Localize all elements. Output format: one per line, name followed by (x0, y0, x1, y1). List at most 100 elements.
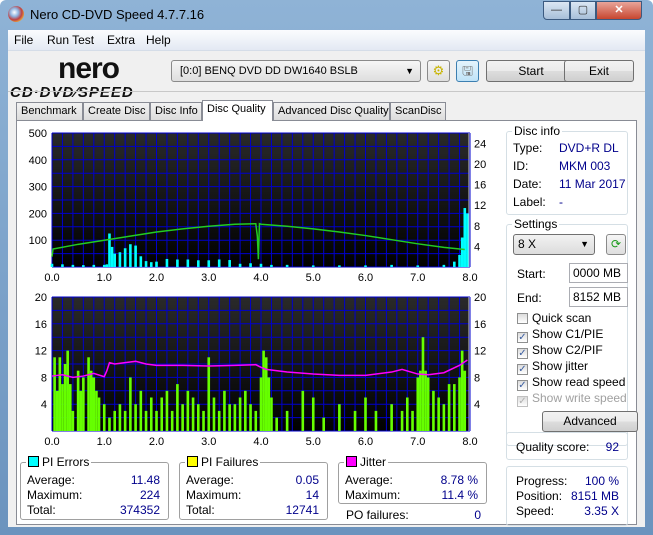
data-bar (110, 246, 114, 267)
data-bar (165, 390, 169, 431)
data-bar (129, 244, 132, 267)
pi-errors-stats: PI Errors Average: 11.48 Maximum: 224 To… (20, 455, 169, 520)
x-tick-label: 0.0 (44, 436, 59, 448)
pi-errors-title-text: PI Errors (42, 455, 90, 469)
exit-button[interactable]: Exit (564, 60, 634, 82)
data-bar (244, 390, 247, 431)
refresh-speed-button[interactable]: ⟳ (606, 234, 626, 255)
drive-select[interactable]: [0:0] BENQ DVD DD DW1640 BSLB ▼ (171, 60, 421, 82)
checkbox-label: Show read speed (532, 375, 626, 389)
pi-errors-maximum-value: 224 (139, 488, 160, 502)
advanced-button[interactable]: Advanced (542, 411, 638, 432)
tab-disc-info[interactable]: Disc Info (150, 102, 202, 120)
minimize-button[interactable]: — (543, 1, 570, 20)
menu-run-test[interactable]: Run Test (47, 33, 94, 47)
pi-errors-total-label: Total: (27, 503, 56, 517)
disc-info-title: Disc info (512, 124, 563, 138)
show-c1-pie-checkbox[interactable]: ✓ Show C1/PIE (517, 327, 603, 343)
data-bar (68, 384, 72, 431)
data-bar (338, 404, 341, 431)
pi-errors-title: PI Errors (26, 455, 92, 469)
y2-tick-label: 8 (474, 372, 480, 384)
position-value: 8151 MB (570, 489, 619, 503)
data-bar (233, 404, 237, 431)
title-bar: Nero CD-DVD Speed 4.7.7.16 — ▢ ✕ (0, 0, 653, 30)
show-jitter-checkbox[interactable]: ✓ Show jitter (517, 359, 588, 375)
data-bar (390, 264, 393, 267)
data-bar (217, 259, 221, 267)
data-bar (228, 260, 231, 267)
pi-errors-chart-svg: 0.0 1.0 2.0 3.0 4.0 5.0 6.0 7.0 8.0 100 200 300 400 5… (29, 128, 487, 284)
tab-disc-quality[interactable]: Disc Quality (202, 100, 273, 121)
checkmark-icon: ✓ (517, 348, 528, 359)
start-field[interactable]: 0000 MB (569, 263, 628, 283)
data-bar (61, 384, 64, 431)
data-bar (212, 397, 216, 431)
y2-tick-label: 12 (474, 200, 486, 212)
checkmark-icon: ✓ (517, 364, 528, 375)
speed-select[interactable]: 8 X ▼ (513, 234, 595, 255)
x-tick-label: 6.0 (358, 436, 373, 448)
menu-help[interactable]: Help (146, 33, 171, 47)
menu-extra[interactable]: Extra (107, 33, 135, 47)
checkmark-icon: ✓ (517, 332, 528, 343)
data-bar (364, 397, 367, 431)
speed-value: 3.35 X (584, 504, 619, 518)
tab-scandisc[interactable]: ScanDisc (390, 102, 446, 120)
tab-advanced-disc-quality[interactable]: Advanced Disc Quality (273, 102, 390, 120)
settings-group: Settings 8 X ▼ ⟳ Start: 0000 MB End: 815… (506, 217, 638, 446)
checkmark-icon: ✓ (517, 380, 528, 391)
progress-label: Progress: (516, 474, 568, 488)
data-bar (155, 410, 158, 431)
quick-scan-checkbox[interactable]: Quick scan (517, 311, 591, 325)
data-bar (285, 410, 289, 431)
save-button[interactable]: 🖫 (456, 60, 479, 82)
show-c2-pif-checkbox[interactable]: ✓ Show C2/PIF (517, 343, 603, 359)
data-bar (353, 410, 357, 431)
pi-failures-average-value: 0.05 (295, 473, 319, 487)
data-bar (196, 260, 200, 267)
data-bar (134, 245, 137, 267)
data-bar (262, 350, 265, 431)
data-bar (102, 264, 106, 267)
nero-logo: nero CD·DVD⁄SPEED (8, 52, 168, 104)
y2-tick-label: 8 (474, 221, 480, 233)
data-bar (311, 265, 315, 267)
data-bar (55, 390, 59, 431)
pi-errors-average-label: Average: (27, 473, 75, 487)
quality-score-value: 92 (605, 440, 619, 454)
data-bar (390, 404, 393, 431)
x-tick-label: 3.0 (201, 272, 216, 284)
tab-benchmark[interactable]: Benchmark (16, 102, 83, 120)
y-tick-label: 4 (41, 399, 47, 411)
data-bar (66, 350, 69, 431)
po-failures-value: 0 (474, 508, 481, 522)
pi-failures-title: PI Failures (185, 455, 261, 469)
jitter-title: Jitter (344, 455, 389, 469)
date-value: 11 Mar 2017 (559, 177, 626, 191)
data-bar (63, 364, 67, 431)
data-bar (144, 410, 148, 431)
show-read-speed-checkbox[interactable]: ✓ Show read speed (517, 375, 625, 391)
start-button[interactable]: Start (486, 60, 576, 82)
checkbox-label: Quick scan (532, 311, 592, 325)
data-bar (419, 370, 422, 431)
drive-info-button[interactable]: ⚙ (427, 60, 450, 82)
data-bar (87, 357, 90, 431)
date-label: Date: (513, 177, 542, 191)
end-field[interactable]: 8152 MB (569, 287, 628, 307)
data-bar (186, 390, 190, 431)
menu-file[interactable]: File (14, 33, 33, 47)
data-bar (176, 259, 179, 267)
checkbox-label: Show C2/PIF (532, 343, 603, 357)
data-bar (447, 384, 451, 431)
data-bar (463, 370, 467, 431)
settings-title: Settings (512, 217, 560, 231)
tab-create-disc[interactable]: Create Disc (83, 102, 150, 120)
data-bar (207, 357, 211, 431)
close-button[interactable]: ✕ (596, 1, 642, 20)
data-bar (249, 263, 252, 267)
data-bar (322, 417, 326, 431)
maximize-button[interactable]: ▢ (570, 1, 596, 20)
progress-value: 100 % (584, 474, 619, 488)
